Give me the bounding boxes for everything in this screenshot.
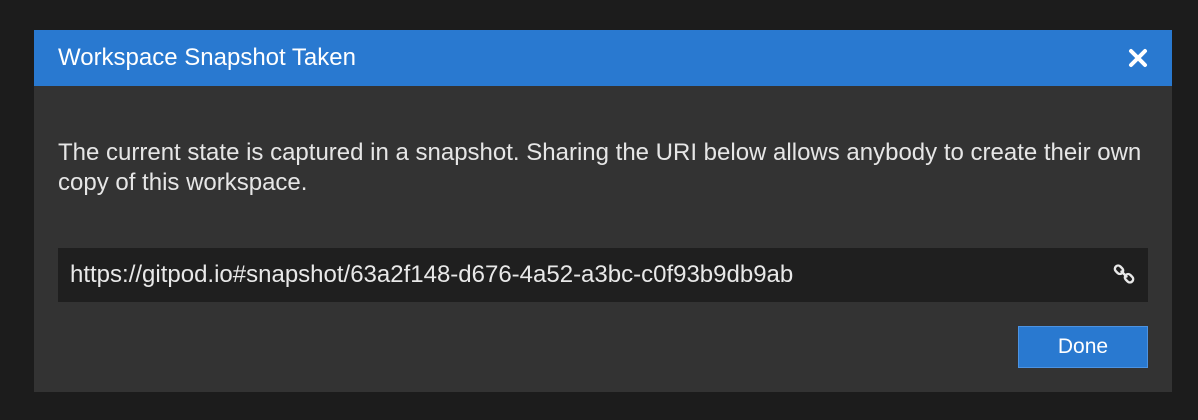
- dialog-titlebar: Workspace Snapshot Taken: [34, 30, 1172, 86]
- dialog-message: The current state is captured in a snaps…: [58, 139, 1142, 196]
- dialog-title: Workspace Snapshot Taken: [58, 44, 356, 71]
- snapshot-uri-field: [58, 248, 1148, 302]
- close-icon: [1129, 49, 1147, 67]
- snapshot-dialog: Workspace Snapshot Taken The current sta…: [34, 30, 1172, 392]
- snapshot-uri-input[interactable]: [58, 248, 1098, 302]
- copy-link-button[interactable]: [1110, 260, 1138, 288]
- done-button[interactable]: Done: [1018, 326, 1148, 368]
- link-icon: [1113, 264, 1135, 284]
- close-button[interactable]: [1124, 44, 1152, 72]
